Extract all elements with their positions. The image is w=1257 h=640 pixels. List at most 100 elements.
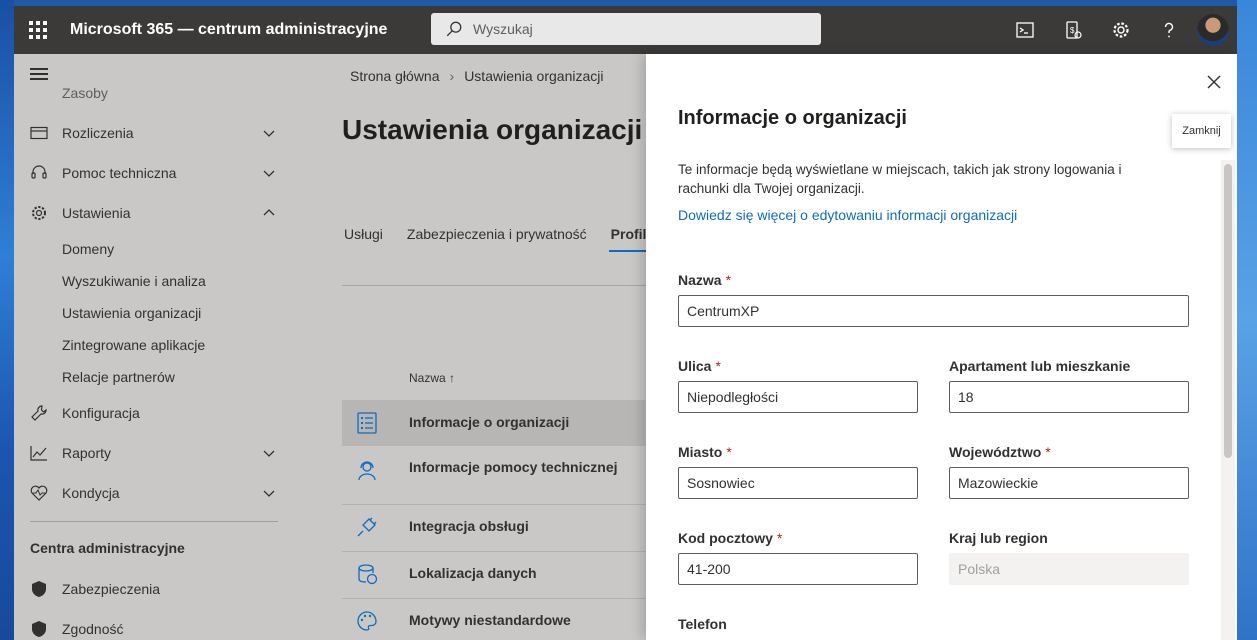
country-field [949, 553, 1189, 585]
search-placeholder: Wyszukaj [473, 21, 533, 37]
city-field[interactable] [678, 467, 918, 499]
database-globe-icon [358, 564, 378, 585]
list-icon [357, 412, 377, 434]
terminal-button[interactable] [1001, 6, 1049, 54]
chevron-up-icon [263, 209, 275, 216]
shield-icon [32, 621, 46, 637]
svg-text:$: $ [1070, 26, 1075, 35]
wrench-icon [31, 405, 47, 421]
credit-card-icon [30, 126, 48, 140]
postal-code-label: Kod pocztowy * [678, 530, 783, 546]
nav-subitem-org-settings[interactable]: Ustawienia organizacji [62, 305, 201, 321]
province-label: Województwo * [949, 444, 1051, 460]
list-item-label: Informacje o organizacji [409, 414, 570, 430]
nav-item-label: Pomoc techniczna [62, 165, 177, 181]
apartment-field[interactable] [949, 381, 1189, 413]
mobile-app-icon: $ [1066, 21, 1082, 39]
admin-centers-heading: Centra administracyjne [30, 540, 185, 556]
gear-icon [1113, 22, 1129, 38]
city-label: Miasto * [678, 444, 732, 460]
nav-subitem-partners[interactable]: Relacje partnerów [62, 369, 175, 385]
chevron-down-icon [263, 450, 275, 457]
required-marker: * [725, 272, 732, 288]
tab-services[interactable]: Usługi [344, 226, 383, 242]
tab-list: Usługi Zabezpieczenia i prywatność Profi… [344, 226, 683, 252]
chevron-right-icon: › [449, 68, 455, 84]
page-title: Ustawienia organizacji [342, 114, 643, 145]
nav-item-label: Zgodność [62, 621, 124, 637]
nav-item-compliance-center[interactable]: Zgodność [14, 609, 294, 640]
left-navigation: Zasoby Rozliczenia Pomoc techniczna Usta… [14, 54, 294, 640]
person-headset-icon [358, 461, 376, 481]
required-marker: * [1045, 444, 1051, 460]
nav-item-settings[interactable]: Ustawienia [14, 193, 294, 233]
nav-item-label: Zabezpieczenia [62, 581, 161, 597]
name-label: Nazwa * [678, 272, 732, 288]
hamburger-menu-button[interactable] [30, 68, 48, 83]
avatar[interactable] [1197, 14, 1229, 46]
required-marker: * [776, 530, 783, 546]
palette-icon [357, 611, 377, 631]
chart-icon [30, 446, 47, 461]
nav-item-security-center[interactable]: Zabezpieczenia [14, 569, 294, 609]
scrollbar-thumb[interactable] [1224, 164, 1232, 458]
province-field[interactable] [949, 467, 1189, 499]
nav-subitem-domains[interactable]: Domeny [62, 241, 114, 257]
required-marker: * [726, 444, 732, 460]
heart-pulse-icon [30, 485, 48, 501]
plug-icon [357, 517, 377, 537]
panel-description: Te informacje będą wyświetlane w miejsca… [678, 162, 1122, 196]
search-box[interactable]: Wyszukaj [431, 13, 821, 45]
nav-item-label: Raporty [62, 445, 112, 461]
top-icons: $ [1001, 6, 1237, 54]
chevron-down-icon [263, 130, 275, 137]
chevron-down-icon [263, 490, 275, 497]
app-launcher-button[interactable] [14, 6, 62, 54]
panel-title: Informacje o organizacji [678, 107, 907, 129]
nav-item-billing[interactable]: Rozliczenia [14, 113, 294, 153]
nav-subitem-search[interactable]: Wyszukiwanie i analiza [62, 273, 206, 289]
learn-more-link[interactable]: Dowiedz się więcej o edytowaniu informac… [678, 207, 1017, 223]
breadcrumb: Strona główna › Ustawienia organizacji [350, 68, 603, 84]
nav-item-partial-label[interactable]: Zasoby [62, 85, 108, 101]
desktop-background-left [0, 0, 14, 640]
nav-item-label: Rozliczenia [62, 125, 134, 141]
admin-center-window: Microsoft 365 — centrum administracyjne … [14, 0, 1237, 640]
help-icon [1164, 22, 1174, 38]
shield-icon [32, 581, 46, 597]
name-field[interactable] [678, 295, 1189, 327]
terminal-icon [1016, 22, 1034, 38]
postal-code-field[interactable] [678, 553, 918, 585]
nav-item-label: Kondycja [62, 485, 120, 501]
column-header-name[interactable]: Nazwa ↑ [409, 371, 455, 385]
chevron-down-icon [263, 170, 275, 177]
help-button[interactable] [1145, 6, 1193, 54]
org-info-panel: Zamknij Informacje o organizacji Te info… [646, 54, 1237, 640]
headset-icon [31, 165, 47, 179]
nav-item-label: Konfiguracja [62, 405, 140, 421]
waffle-icon [29, 21, 47, 39]
panel-scrollbar[interactable] [1221, 160, 1235, 640]
street-label: Ulica * [678, 358, 721, 374]
list-item-label: Informacje pomocy technicznej [409, 459, 618, 475]
tab-security-privacy[interactable]: Zabezpieczenia i prywatność [407, 226, 587, 242]
nav-item-health[interactable]: Kondycja [14, 473, 294, 513]
nav-subitem-integrated-apps[interactable]: Zintegrowane aplikacje [62, 337, 205, 353]
nav-item-setup[interactable]: Konfiguracja [14, 393, 294, 433]
close-icon[interactable] [1203, 71, 1225, 93]
nav-item-support[interactable]: Pomoc techniczna [14, 153, 294, 193]
breadcrumb-current: Ustawienia organizacji [464, 68, 604, 84]
street-field[interactable] [678, 381, 918, 413]
desktop-background-right [1237, 0, 1257, 640]
app-title: Microsoft 365 — centrum administracyjne [70, 21, 388, 38]
list-item-label: Motywy niestandardowe [409, 612, 571, 628]
required-marker: * [715, 358, 721, 374]
nav-divider [30, 521, 278, 522]
top-bar: Microsoft 365 — centrum administracyjne … [14, 0, 1237, 54]
nav-item-reports[interactable]: Raporty [14, 433, 294, 473]
mobile-app-button[interactable]: $ [1049, 6, 1097, 54]
nav-item-label: Ustawienia [62, 205, 131, 221]
breadcrumb-home[interactable]: Strona główna [350, 68, 440, 84]
gear-icon [32, 206, 46, 220]
settings-button[interactable] [1097, 6, 1145, 54]
